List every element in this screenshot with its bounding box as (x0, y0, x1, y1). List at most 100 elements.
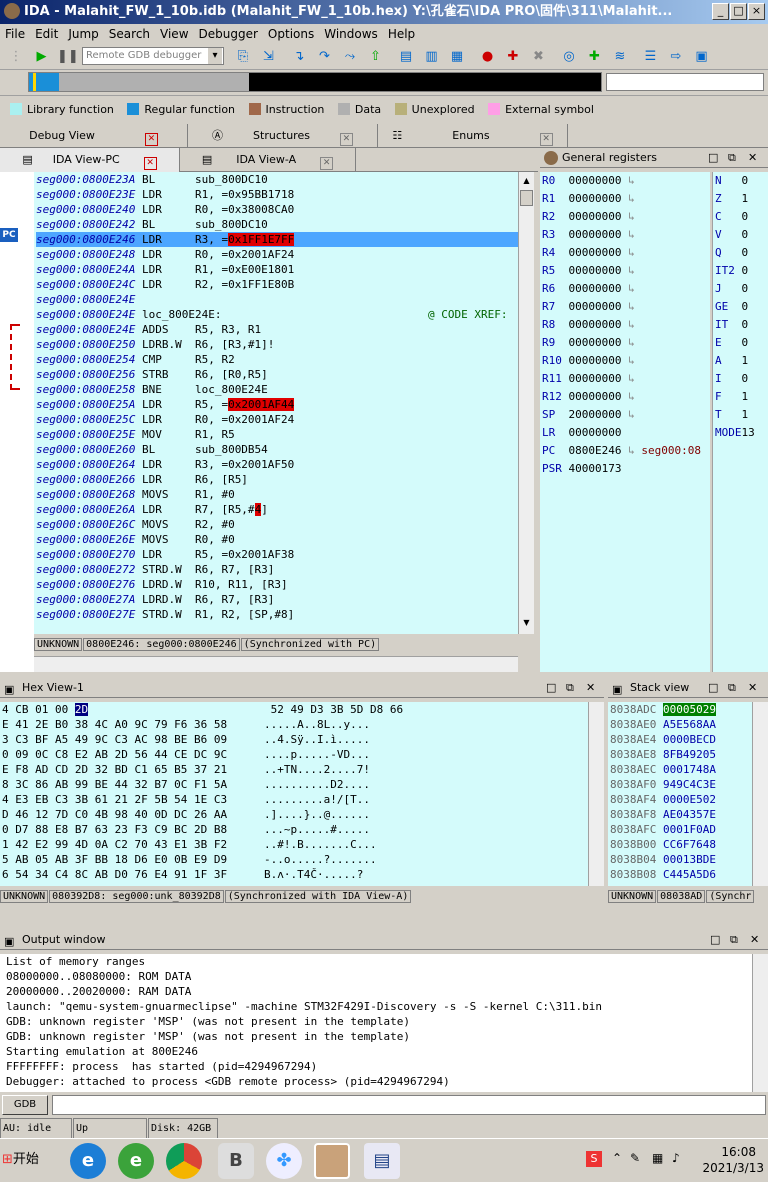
pane-float-icon[interactable]: ⧉ (566, 678, 574, 698)
threads-icon[interactable]: ▥ (422, 47, 442, 67)
jump-arrow-icon[interactable]: ↳ (621, 372, 635, 385)
hex-row[interactable]: E 41 2E B0 38 4C A0 9C 79 F6 36 58 .....A… (2, 717, 588, 732)
pane-minimize-icon[interactable]: □ (708, 148, 718, 168)
register-row[interactable]: LR 00000000 (542, 424, 710, 442)
disasm-row[interactable]: seg000:0800E268 MOVS R1, #0 (36, 487, 518, 502)
disasm-row[interactable]: seg000:0800E24E (36, 292, 518, 307)
disasm-row[interactable]: seg000:0800E254 CMP R5, R2 (36, 352, 518, 367)
flag-row[interactable]: Z 1 (715, 190, 768, 208)
hex-dump[interactable]: 4 CB 01 00 2D 52 49 D3 3B 5D D8 66 E 41 2… (0, 702, 588, 886)
command-input[interactable] (52, 1095, 766, 1115)
window-icon[interactable]: ▣ (692, 47, 712, 67)
gdb-button[interactable]: GDB (2, 1095, 48, 1115)
hex-row[interactable]: D 46 12 7D C0 4B 98 40 0D DC 26 AA.]....… (2, 807, 588, 822)
jump-arrow-icon[interactable]: ↳ (621, 390, 635, 403)
app-b-icon[interactable]: B (218, 1143, 254, 1179)
nav-select[interactable] (606, 73, 764, 91)
debugger-select[interactable]: Remote GDB debugger (82, 47, 224, 65)
start-button[interactable]: ⊞开始 (2, 1145, 58, 1175)
tray-pen-icon[interactable]: ✎ (630, 1151, 640, 1165)
flag-row[interactable]: V 0 (715, 226, 768, 244)
disasm-row[interactable]: seg000:0800E27A LDRD.W R6, R7, [R3] (36, 592, 518, 607)
step-over-icon[interactable]: ↷ (315, 47, 335, 67)
menu-file[interactable]: File (0, 27, 30, 41)
add-breakpoint-icon[interactable]: ✚ (503, 47, 523, 67)
pane-minimize-icon[interactable]: □ (546, 678, 556, 698)
flag-row[interactable]: Q 0 (715, 244, 768, 262)
register-row[interactable]: R5 00000000 ↳ (542, 262, 710, 280)
close-icon[interactable]: ✕ (539, 133, 553, 146)
jump-arrow-icon[interactable]: ↳ (621, 408, 635, 421)
stack-row[interactable]: 8038B00 CC6F7648 (610, 837, 752, 852)
menu-jump[interactable]: Jump (63, 27, 103, 41)
tray-network-icon[interactable]: ▦ (652, 1151, 663, 1165)
jump-arrow-icon[interactable]: ↳ (621, 282, 635, 295)
attach-icon[interactable]: ⎘ (233, 47, 253, 67)
flag-row[interactable]: I 0 (715, 370, 768, 388)
ie-icon[interactable]: e (70, 1143, 106, 1179)
disasm-row[interactable]: seg000:0800E256 STRB R6, [R0,R5] (36, 367, 518, 382)
register-row[interactable]: R3 00000000 ↳ (542, 226, 710, 244)
detach-icon[interactable]: ⇲ (259, 47, 279, 67)
register-row[interactable]: R6 00000000 ↳ (542, 280, 710, 298)
pane-close-icon[interactable]: ✕ (748, 148, 757, 168)
disasm-row[interactable]: seg000:0800E242 BL sub_800DC10 (36, 217, 518, 232)
stack-row[interactable]: 8038AFC 0001F0AD (610, 822, 752, 837)
register-row[interactable]: R8 00000000 ↳ (542, 316, 710, 334)
watch-icon[interactable]: ◎ (559, 47, 579, 67)
window-task-icon[interactable]: ▤ (364, 1143, 400, 1179)
close-icon[interactable]: ✕ (320, 157, 334, 170)
menu-help[interactable]: Help (383, 27, 420, 41)
menu-debugger[interactable]: Debugger (194, 27, 263, 41)
register-row[interactable]: R0 00000000 ↳ (542, 172, 710, 190)
register-row[interactable]: R7 00000000 ↳ (542, 298, 710, 316)
menu-search[interactable]: Search (104, 27, 155, 41)
close-icon[interactable]: ✕ (339, 133, 353, 146)
jump-arrow-icon[interactable]: ↳ (621, 174, 635, 187)
scroll-up-icon[interactable]: ▲ (520, 174, 533, 187)
close-icon[interactable]: ✕ (143, 157, 157, 170)
stack-row[interactable]: 8038AF4 0000E502 (610, 792, 752, 807)
disasm-row[interactable]: seg000:0800E24C LDR R2, =0x1FF1E80B (36, 277, 518, 292)
hex-row[interactable]: 4 CB 01 00 2D 52 49 D3 3B 5D D8 66 (2, 702, 588, 717)
jump-arrow-icon[interactable]: ↳ (621, 354, 635, 367)
hex-row[interactable]: 6 54 34 C4 8C AB D0 76 E4 91 1F 3F B.ʌ·.T… (2, 867, 588, 882)
tab-ida-view-pc[interactable]: ▤ IDA View-PC ✕ (0, 148, 180, 172)
stack-row[interactable]: 8038AF8 AE04357E (610, 807, 752, 822)
tab-debug-view[interactable]: Debug View ✕ (0, 124, 188, 148)
navigate-icon[interactable]: ⇨ (666, 47, 686, 67)
disasm-row[interactable]: seg000:0800E26A LDR R7, [R5,#4] (36, 502, 518, 517)
tray-s-icon[interactable]: S (586, 1151, 602, 1167)
processes-icon[interactable]: ▤ (396, 47, 416, 67)
register-row[interactable]: R2 00000000 ↳ (542, 208, 710, 226)
register-row[interactable]: R9 00000000 ↳ (542, 334, 710, 352)
register-row[interactable]: SP 20000000 ↳ (542, 406, 710, 424)
ida-task-icon[interactable] (314, 1143, 350, 1179)
disasm-row[interactable]: seg000:0800E266 LDR R6, [R5] (36, 472, 518, 487)
hex-row[interactable]: 3 C3 BF A5 49 9C C3 AC 98 BE B6 09 ..4.Sÿ… (2, 732, 588, 747)
disasm-row[interactable]: seg000:0800E25C LDR R0, =0x2001AF24 (36, 412, 518, 427)
jump-arrow-icon[interactable]: ↳ (621, 246, 635, 259)
disasm-row[interactable]: seg000:0800E276 LDRD.W R10, R11, [R3] (36, 577, 518, 592)
hex-row[interactable]: 5 AB 05 AB 3F BB 18 D6 E0 0B E9 D9 -..o..… (2, 852, 588, 867)
tab-structures[interactable]: Ⓐ Structures ✕ (188, 124, 378, 148)
register-row[interactable]: PC 0800E246 ↳ seg000:08 (542, 442, 710, 460)
register-list[interactable]: R0 00000000 ↳ R1 00000000 ↳ R2 00000000 ↳ R… (540, 172, 710, 672)
close-icon[interactable]: ✕ (144, 133, 158, 146)
flags-list[interactable]: N 0Z 1C 0V 0Q 0 IT2 0J 0 GE 0 IT 0E 0A 1I 0… (712, 172, 768, 672)
flag-row[interactable]: C 0 (715, 208, 768, 226)
register-row[interactable]: R10 00000000 ↳ (542, 352, 710, 370)
step-out-icon[interactable]: ⇧ (366, 47, 386, 67)
step-into-icon[interactable]: ↴ (289, 47, 309, 67)
flag-row[interactable]: J 0 (715, 280, 768, 298)
disasm-row[interactable]: seg000:0800E264 LDR R3, =0x2001AF50 (36, 457, 518, 472)
register-row[interactable]: PSR 40000173 (542, 460, 710, 478)
add-watch-icon[interactable]: ✚ (585, 47, 605, 67)
stack-list[interactable]: 8038ADC 00005029 8038AE0 A5E568AA 8038AE4 … (608, 702, 752, 886)
stack-row[interactable]: 8038AE8 8FB49205 (610, 747, 752, 762)
minimize-button[interactable]: _ (712, 3, 729, 20)
hex-row[interactable]: 4 E3 EB C3 3B 61 21 2F 5B 54 1E C3......… (2, 792, 588, 807)
flag-row[interactable]: F 1 (715, 388, 768, 406)
disasm-row[interactable]: seg000:0800E260 BL sub_800DB54 (36, 442, 518, 457)
flag-row[interactable]: GE 0 (715, 298, 768, 316)
